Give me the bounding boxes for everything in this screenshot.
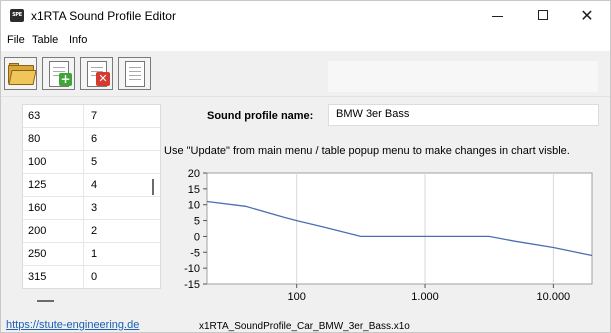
- value-cell[interactable]: 2: [91, 225, 97, 237]
- table-horizontal-scrollbar[interactable]: [37, 300, 54, 302]
- minimize-icon: [491, 15, 503, 17]
- frequency-table[interactable]: 63 7 80 6 100 5 125 4 160 3 200 2 250 1 …: [22, 104, 161, 289]
- maximize-icon: [538, 10, 548, 20]
- doc-line: [91, 67, 103, 68]
- value-cell[interactable]: 3: [91, 202, 97, 214]
- folder-front: [8, 70, 37, 85]
- table-vertical-scrollbar[interactable]: [152, 179, 154, 195]
- table-row[interactable]: 250 1: [23, 243, 160, 266]
- close-icon: ✕: [580, 6, 594, 25]
- doc-sheet: [125, 61, 145, 87]
- maximize-button[interactable]: [520, 1, 566, 31]
- y-tick-label: -10: [184, 263, 200, 275]
- table-row[interactable]: 160 3: [23, 197, 160, 220]
- freq-cell: 63: [28, 110, 41, 122]
- freq-cell: 100: [28, 156, 47, 168]
- menu-bar: File Table Info: [1, 31, 610, 51]
- table-row[interactable]: 100 5: [23, 151, 160, 174]
- delete-x-icon: ✕: [96, 72, 110, 86]
- y-tick-label: 20: [188, 168, 200, 180]
- window-title: x1RTA Sound Profile Editor: [31, 9, 176, 23]
- x-tick-label: 1.000: [411, 291, 439, 302]
- table-row[interactable]: 315 0: [23, 266, 160, 288]
- profile-name-label: Sound profile name:: [207, 110, 314, 122]
- table-row[interactable]: 63 7: [23, 105, 160, 128]
- table-row[interactable]: 125 4: [23, 174, 160, 197]
- y-tick-label: 5: [194, 216, 200, 228]
- value-cell[interactable]: 7: [91, 110, 97, 122]
- plus-icon: +: [59, 72, 72, 86]
- toolbar: + ✕: [1, 51, 610, 97]
- doc-line: [129, 75, 141, 76]
- sound-profile-chart: 100 1.000 10.000 20 15 10 5 0 -5 -10 -15: [184, 168, 593, 302]
- freq-cell: 80: [28, 133, 41, 145]
- value-cell[interactable]: 1: [91, 248, 97, 260]
- profile-name-field[interactable]: BMW 3er Bass: [328, 104, 599, 126]
- title-bar: SPE x1RTA Sound Profile Editor ✕: [1, 1, 610, 31]
- website-link[interactable]: https://stute-engineering.de: [6, 319, 139, 331]
- open-file-button[interactable]: [4, 57, 37, 90]
- plot-area: [206, 172, 593, 285]
- y-tick-label: 15: [188, 184, 200, 196]
- freq-cell: 160: [28, 202, 47, 214]
- menu-file[interactable]: File: [7, 34, 25, 46]
- app-window: SPE x1RTA Sound Profile Editor ✕ File Ta…: [0, 0, 611, 333]
- delete-profile-button[interactable]: ✕: [80, 57, 113, 90]
- minimize-button[interactable]: [474, 1, 520, 31]
- x-tick-label: 10.000: [537, 291, 571, 302]
- value-cell[interactable]: 5: [91, 156, 97, 168]
- doc-line: [53, 67, 65, 68]
- value-cell[interactable]: 6: [91, 133, 97, 145]
- value-cell[interactable]: 0: [91, 271, 97, 283]
- menu-info[interactable]: Info: [69, 34, 87, 46]
- y-tick-label: -5: [190, 247, 200, 259]
- table-row[interactable]: 200 2: [23, 220, 160, 243]
- doc-line: [129, 67, 141, 68]
- freq-cell: 250: [28, 248, 47, 260]
- status-filename: x1RTA_SoundProfile_Car_BMW_3er_Bass.x1o: [199, 321, 410, 332]
- menu-table[interactable]: Table: [32, 34, 58, 46]
- freq-cell: 125: [28, 179, 47, 191]
- update-hint-text: Use "Update" from main menu / table popu…: [164, 145, 570, 157]
- x-tick-label: 100: [288, 291, 306, 302]
- freq-cell: 200: [28, 225, 47, 237]
- y-tick-label: 10: [188, 200, 200, 212]
- table-row[interactable]: 80 6: [23, 128, 160, 151]
- y-tick-label: 0: [194, 231, 200, 243]
- y-tick-label: -15: [184, 279, 200, 291]
- freq-cell: 315: [28, 271, 47, 283]
- close-button[interactable]: ✕: [564, 1, 610, 31]
- app-icon: SPE: [10, 9, 24, 22]
- toolbar-panel: [328, 61, 598, 92]
- document-button[interactable]: [118, 57, 151, 90]
- doc-line: [129, 79, 141, 80]
- value-cell[interactable]: 4: [91, 179, 97, 191]
- new-profile-button[interactable]: +: [42, 57, 75, 90]
- doc-line: [129, 71, 141, 72]
